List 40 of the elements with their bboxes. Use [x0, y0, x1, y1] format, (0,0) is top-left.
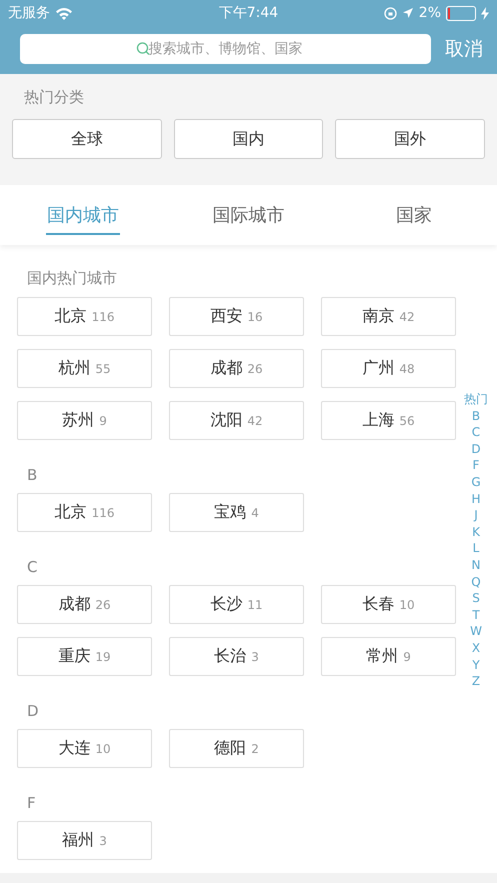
- clock-text: 下午7:44: [218, 4, 278, 22]
- city-button[interactable]: 上海 56: [321, 401, 456, 440]
- tab[interactable]: 国际城市: [166, 185, 332, 245]
- search-icon: [136, 42, 150, 56]
- city-button[interactable]: 长沙 11: [169, 585, 304, 624]
- city-button[interactable]: 长治 3: [169, 637, 304, 676]
- wifi-icon: [55, 6, 73, 20]
- section-header: B: [26, 465, 38, 486]
- city-button[interactable]: 福州 3: [17, 821, 152, 860]
- section-header: 国内热门城市: [26, 268, 118, 289]
- section-header: F: [26, 793, 37, 814]
- city-button[interactable]: 苏州 9: [17, 401, 152, 440]
- city-button[interactable]: 北京 116: [17, 493, 152, 532]
- city-button[interactable]: 大连 10: [17, 729, 152, 768]
- location-arrow-icon: [402, 7, 414, 19]
- category-button[interactable]: 国外: [335, 119, 486, 159]
- city-button[interactable]: 宝鸡 4: [169, 493, 304, 532]
- section-header: D: [26, 701, 40, 722]
- carrier-text: 无服务: [8, 4, 50, 22]
- battery-icon: [446, 6, 476, 20]
- city-button[interactable]: 常州 9: [321, 637, 456, 676]
- city-button[interactable]: 成都 26: [17, 585, 152, 624]
- city-button[interactable]: 德阳 2: [169, 729, 304, 768]
- city-button[interactable]: 南京 42: [321, 297, 456, 336]
- city-button[interactable]: 北京 116: [17, 297, 152, 336]
- category-button[interactable]: 全球: [12, 119, 162, 159]
- battery-percent: 2%: [418, 5, 441, 21]
- city-button[interactable]: 成都 26: [169, 349, 304, 388]
- city-button[interactable]: 广州 48: [321, 349, 456, 388]
- category-button[interactable]: 国内: [174, 119, 324, 159]
- city-button[interactable]: 重庆 19: [17, 637, 152, 676]
- city-button[interactable]: 长春 10: [321, 585, 456, 624]
- lock-rotation-icon: [384, 6, 397, 20]
- section-title: 热门分类: [23, 88, 85, 108]
- city-button[interactable]: 西安 16: [169, 297, 304, 336]
- section-header: C: [26, 557, 38, 578]
- city-button[interactable]: 沈阳 42: [169, 401, 304, 440]
- search-field[interactable]: 搜索城市、博物馆、国家: [20, 34, 431, 64]
- city-button[interactable]: 杭州 55: [17, 349, 152, 388]
- tab[interactable]: 国家: [331, 185, 497, 245]
